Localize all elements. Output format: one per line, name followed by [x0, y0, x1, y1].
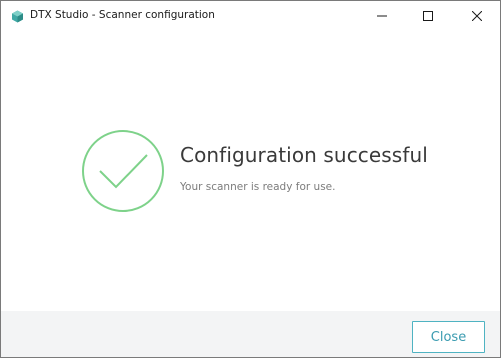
maximize-icon: [423, 11, 433, 21]
app-window: DTX Studio - Scanner configuration Confi…: [0, 0, 501, 358]
main-content: Configuration successful Your scanner is…: [1, 31, 500, 311]
close-button[interactable]: Close: [412, 321, 485, 353]
checkmark-circle-icon: [82, 130, 164, 212]
window-close-button[interactable]: [454, 1, 500, 31]
dialog-footer: Close: [1, 311, 500, 357]
minimize-icon: [377, 15, 387, 17]
maximize-button[interactable]: [405, 1, 451, 31]
success-message: Your scanner is ready for use.: [180, 181, 336, 193]
close-icon: [472, 11, 482, 21]
window-title: DTX Studio - Scanner configuration: [30, 9, 215, 21]
minimize-button[interactable]: [359, 1, 405, 31]
success-heading: Configuration successful: [180, 143, 428, 167]
dtx-studio-app-icon: [12, 10, 23, 23]
title-bar[interactable]: DTX Studio - Scanner configuration: [1, 1, 500, 31]
